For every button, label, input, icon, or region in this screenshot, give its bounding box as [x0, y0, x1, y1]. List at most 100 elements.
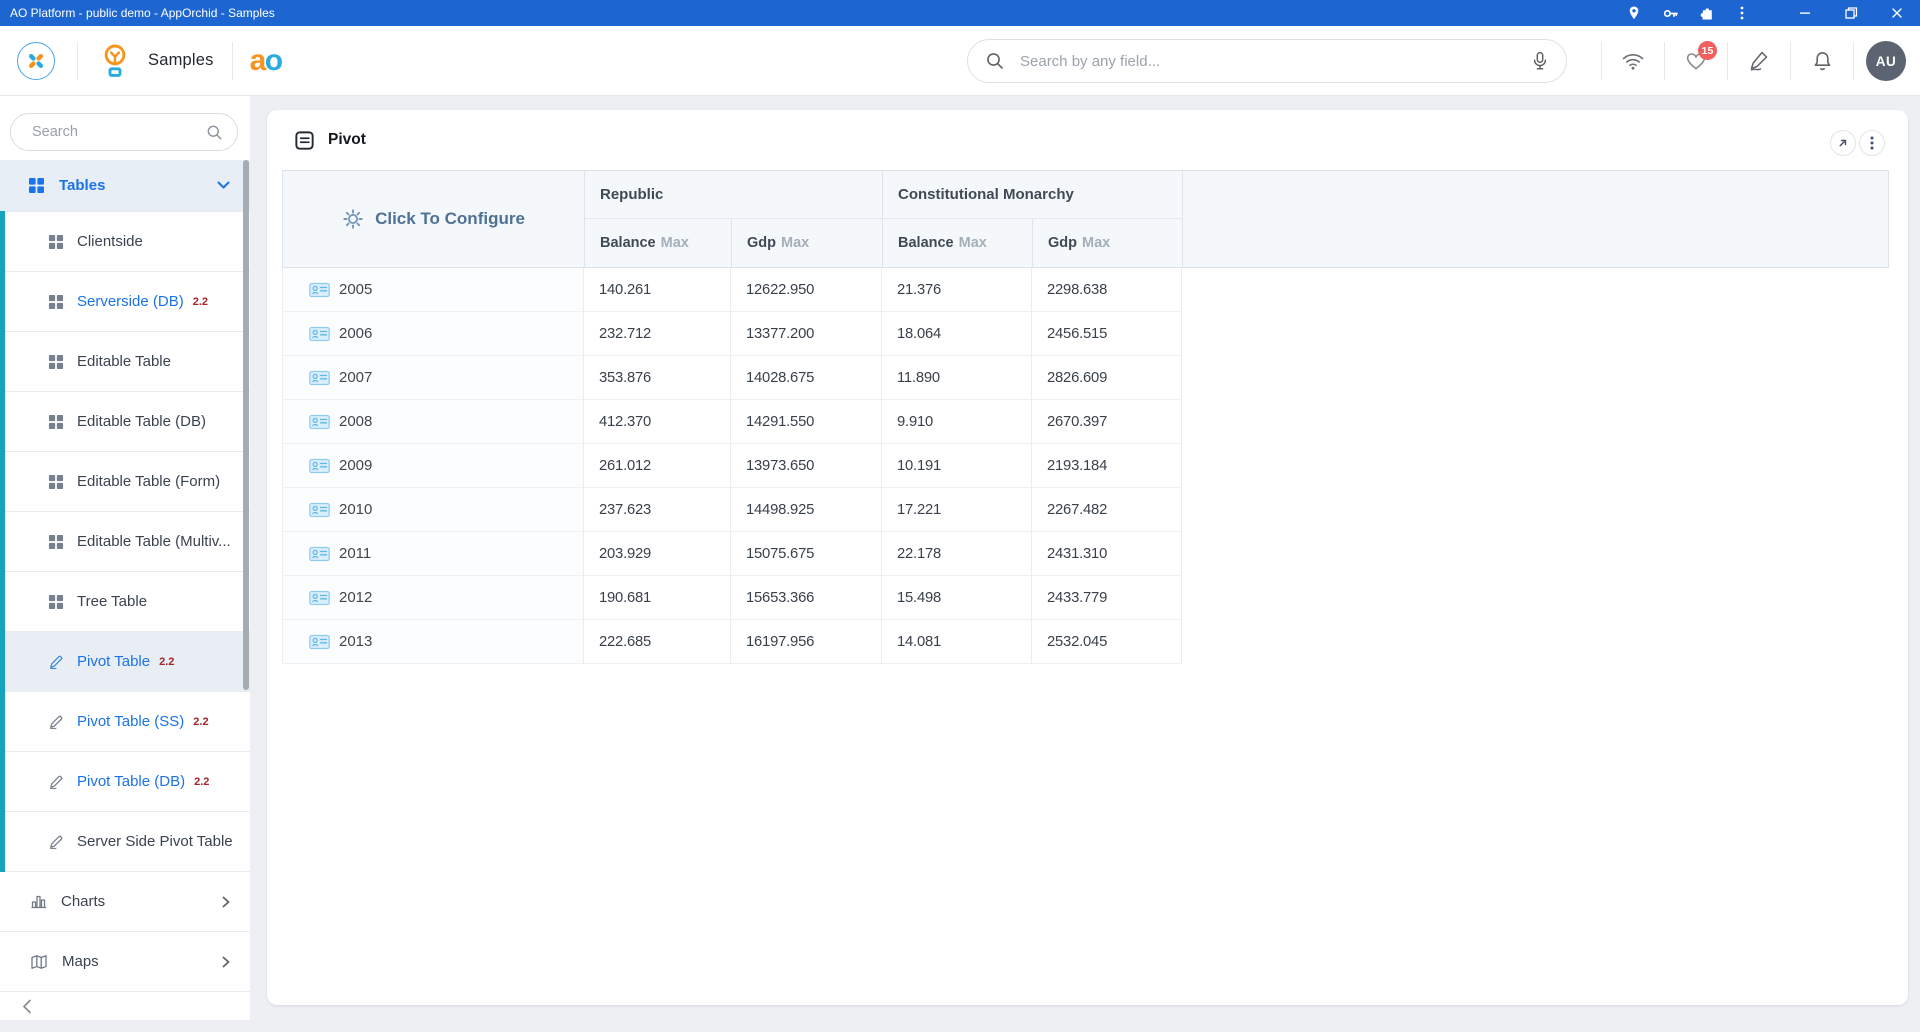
grid-icon [48, 234, 64, 250]
configure-label: Click To Configure [375, 209, 525, 229]
cell-gdp-monarchy: 2532.045 [1032, 620, 1182, 664]
item-accent-stripe [0, 451, 5, 512]
pivot-row-2012[interactable]: 2012 190.681 15653.366 15.498 2433.779 [282, 576, 1889, 620]
cell-gdp-monarchy: 2267.482 [1032, 488, 1182, 532]
sidebar-item-server-side-pivot-table[interactable]: Server Side Pivot Table [0, 812, 250, 872]
row-year-label: 2010 [339, 501, 372, 518]
pivot-row-2011[interactable]: 2011 203.929 15075.675 22.178 2431.310 [282, 532, 1889, 576]
global-search-input[interactable] [1018, 52, 1529, 71]
cell-balance-monarchy: 22.178 [882, 532, 1032, 576]
cell-gdp-monarchy: 2456.515 [1032, 312, 1182, 356]
sidebar-item-editable-table-multiv[interactable]: Editable Table (Multiv... [0, 512, 250, 572]
sidebar-item-tree-table[interactable]: Tree Table [0, 572, 250, 632]
microphone-icon[interactable] [1529, 50, 1551, 72]
favorites-button[interactable]: 15 [1665, 50, 1727, 72]
item-accent-stripe [0, 571, 5, 632]
pen-icon [48, 654, 64, 670]
sidebar-item-maps[interactable]: Maps [0, 932, 250, 992]
sidebar: Tables Clientside Serverside (DB) 2.2 [0, 96, 250, 1020]
sidebar-item-label: Editable Table (Form) [77, 473, 220, 490]
annotate-pen-icon[interactable] [1728, 49, 1790, 73]
sidebar-item-editable-table-db[interactable]: Editable Table (DB) [0, 392, 250, 452]
configure-button[interactable]: Click To Configure [283, 171, 585, 267]
sidebar-item-pivot-table[interactable]: Pivot Table 2.2 [0, 632, 250, 692]
product-title: Samples [148, 51, 214, 70]
maximize-button[interactable] [1828, 0, 1874, 26]
row-spacer [1182, 444, 1889, 488]
wifi-icon[interactable] [1602, 50, 1664, 72]
version-badge: 2.2 [193, 296, 208, 308]
expand-card-button[interactable] [1830, 130, 1856, 156]
record-card-icon [309, 458, 330, 474]
row-year-label: 2013 [339, 633, 372, 650]
cell-balance-republic: 412.370 [584, 400, 731, 444]
item-accent-stripe [0, 331, 5, 392]
chevron-left-icon [22, 999, 32, 1014]
sidebar-item-editable-table-form[interactable]: Editable Table (Form) [0, 452, 250, 512]
sidebar-scrollbar[interactable] [243, 160, 249, 690]
pivot-row-2010[interactable]: 2010 237.623 14498.925 17.221 2267.482 [282, 488, 1889, 532]
item-accent-stripe [0, 631, 5, 692]
row-year-label: 2009 [339, 457, 372, 474]
sidebar-item-clientside[interactable]: Clientside [0, 212, 250, 272]
column-header-balance-max[interactable]: BalanceMax [585, 219, 732, 267]
close-button[interactable] [1874, 0, 1920, 26]
sidebar-item-pivot-table-ss[interactable]: Pivot Table (SS) 2.2 [0, 692, 250, 752]
apporchid-logo[interactable]: ao [250, 46, 282, 76]
sidebar-item-serverside-db[interactable]: Serverside (DB) 2.2 [0, 272, 250, 332]
row-header-cell[interactable]: 2009 [282, 444, 584, 488]
sidebar-collapse-button[interactable] [0, 992, 250, 1020]
row-header-cell[interactable]: 2012 [282, 576, 584, 620]
pivot-row-2009[interactable]: 2009 261.012 13973.650 10.191 2193.184 [282, 444, 1889, 488]
pen-icon [48, 714, 64, 730]
sidebar-item-charts[interactable]: Charts [0, 872, 250, 932]
extensions-icon[interactable] [1688, 0, 1724, 26]
location-icon[interactable] [1616, 0, 1652, 26]
column-header-gdp-max[interactable]: GdpMax [1033, 219, 1183, 267]
row-year-label: 2006 [339, 325, 372, 342]
sidebar-item-pivot-table-db[interactable]: Pivot Table (DB) 2.2 [0, 752, 250, 812]
key-icon[interactable] [1652, 0, 1688, 26]
favorites-count-badge: 15 [1698, 41, 1717, 60]
sidebar-item-label: Editable Table (Multiv... [77, 533, 231, 550]
row-spacer [1182, 356, 1889, 400]
sidebar-search-input[interactable] [30, 123, 205, 141]
record-card-icon [309, 634, 330, 650]
row-header-cell[interactable]: 2011 [282, 532, 584, 576]
grid-icon [48, 474, 64, 490]
pivot-row-2007[interactable]: 2007 353.876 14028.675 11.890 2826.609 [282, 356, 1889, 400]
pivot-row-2013[interactable]: 2013 222.685 16197.956 14.081 2532.045 [282, 620, 1889, 664]
cell-gdp-republic: 15653.366 [731, 576, 882, 620]
column-header-balance-max[interactable]: BalanceMax [883, 219, 1033, 267]
record-card-icon [309, 414, 330, 430]
card-menu-button[interactable] [1859, 130, 1885, 156]
row-header-cell[interactable]: 2005 [282, 268, 584, 312]
row-spacer [1182, 576, 1889, 620]
row-header-cell[interactable]: 2006 [282, 312, 584, 356]
pivot-row-2006[interactable]: 2006 232.712 13377.200 18.064 2456.515 [282, 312, 1889, 356]
pivot-row-2005[interactable]: 2005 140.261 12622.950 21.376 2298.638 [282, 268, 1889, 312]
cell-balance-republic: 353.876 [584, 356, 731, 400]
pivot-row-2008[interactable]: 2008 412.370 14291.550 9.910 2670.397 [282, 400, 1889, 444]
sidebar-item-label: Pivot Table (SS) [77, 713, 184, 730]
cell-gdp-republic: 12622.950 [731, 268, 882, 312]
minimize-button[interactable] [1782, 0, 1828, 26]
row-header-cell[interactable]: 2010 [282, 488, 584, 532]
gear-icon [342, 208, 364, 230]
main-content: Pivot [250, 96, 1920, 1032]
column-header-gdp-max[interactable]: GdpMax [732, 219, 883, 267]
column-group-republic: Republic [585, 171, 883, 219]
row-header-cell[interactable]: 2007 [282, 356, 584, 400]
browser-menu-icon[interactable] [1724, 0, 1760, 26]
lightbulb-logo-icon[interactable] [98, 41, 132, 81]
header-divider [232, 42, 233, 80]
sidebar-item-label: Editable Table [77, 353, 171, 370]
sidebar-item-editable-table[interactable]: Editable Table [0, 332, 250, 392]
browser-titlebar: AO Platform - public demo - AppOrchid - … [0, 0, 1920, 26]
row-header-cell[interactable]: 2008 [282, 400, 584, 444]
row-header-cell[interactable]: 2013 [282, 620, 584, 664]
sidebar-section-tables[interactable]: Tables [0, 160, 250, 212]
app-launcher-icon[interactable] [17, 42, 55, 80]
user-avatar[interactable]: AU [1866, 41, 1906, 81]
notifications-bell-icon[interactable] [1791, 50, 1853, 73]
